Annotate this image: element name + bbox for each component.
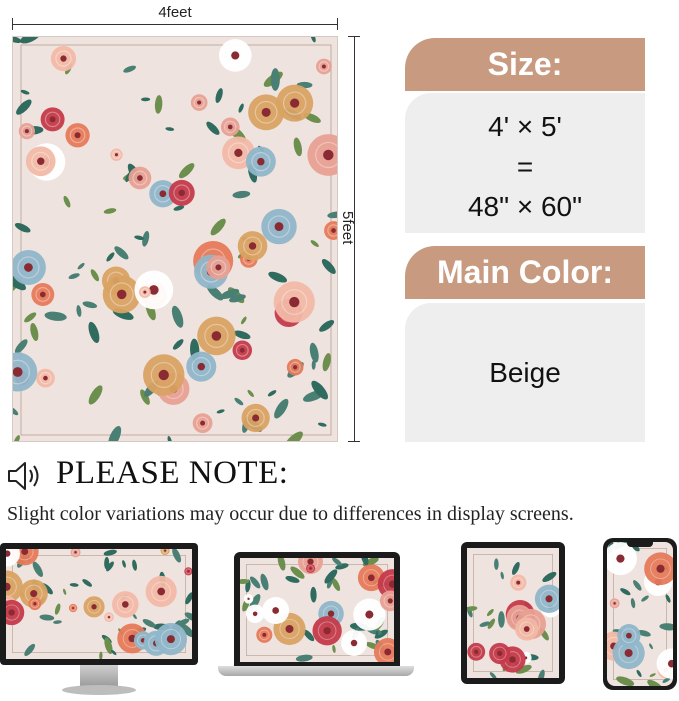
phone-device bbox=[603, 538, 677, 690]
width-tick-right bbox=[337, 18, 338, 30]
laptop-screen bbox=[240, 558, 394, 662]
note-text: Slight color variations may occur due to… bbox=[7, 503, 574, 525]
tablet-screen bbox=[467, 548, 559, 678]
main-color-panel: Beige bbox=[405, 303, 645, 442]
size-heading: Size: bbox=[405, 38, 645, 91]
height-label: 5feet bbox=[339, 211, 356, 245]
laptop-device bbox=[218, 552, 414, 682]
size-equals: = bbox=[516, 151, 534, 182]
monitor-screen bbox=[6, 549, 192, 659]
width-line bbox=[12, 24, 338, 25]
width-tick-left bbox=[12, 18, 13, 30]
main-color-value: Beige bbox=[489, 357, 561, 388]
height-dimension: 5feet bbox=[339, 36, 376, 442]
phone-screen bbox=[607, 542, 673, 686]
width-label: 4feet bbox=[158, 4, 192, 21]
floral-pattern bbox=[13, 37, 337, 441]
size-feet: 4' × 5' bbox=[488, 111, 562, 142]
height-tick-top bbox=[348, 36, 360, 37]
height-tick-bottom bbox=[348, 441, 360, 442]
speaker-icon bbox=[6, 460, 44, 492]
note-title: PLEASE NOTE: bbox=[56, 455, 289, 491]
main-color-heading: Main Color: bbox=[405, 246, 645, 299]
size-inches: 48" × 60" bbox=[467, 191, 583, 222]
monitor-device bbox=[0, 543, 200, 701]
tablet-device bbox=[461, 542, 565, 684]
width-dimension: 4feet bbox=[12, 4, 338, 30]
rug-image bbox=[12, 36, 338, 442]
size-panel: 4' × 5' = 48" × 60" bbox=[405, 93, 645, 233]
